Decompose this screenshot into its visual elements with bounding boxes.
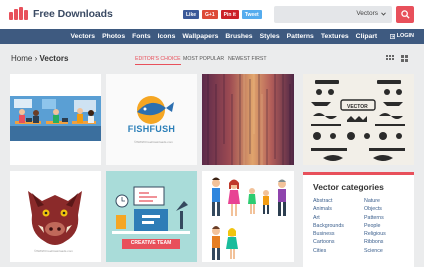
vector-card-boar[interactable]: ©WWW.FreeDownloads.com [10, 171, 101, 262]
office-illustration [10, 74, 101, 165]
logo-text: Free Downloads [33, 7, 113, 20]
breadcrumb: Home › Vectors [11, 54, 68, 63]
category-link[interactable]: Backgrounds [313, 223, 344, 229]
login-label: LOGIN [396, 33, 414, 39]
vector-card-ornaments[interactable]: VECTOR [303, 74, 414, 165]
chevron-down-icon [381, 11, 386, 16]
category-link[interactable]: Ribbons [364, 239, 386, 245]
facebook-like-label: Like [186, 11, 197, 18]
cartoon-people-image [202, 171, 294, 262]
pinterest-label: Pin it [223, 11, 236, 18]
vector-card-fishfush[interactable]: FISHFUSH ©WWW.FreeDownloads.com [106, 74, 197, 165]
large-grid-view-icon[interactable] [401, 55, 408, 62]
card-credit: ©WWW.FreeDownloads.com [134, 140, 173, 144]
category-link[interactable]: Business [313, 231, 344, 237]
search-category-value: Vectors [356, 10, 378, 17]
nav-icons[interactable]: Icons [154, 33, 179, 40]
pinterest-button[interactable]: Pin it [220, 10, 239, 19]
facebook-like-button[interactable]: Like [183, 10, 200, 19]
breadcrumb-home[interactable]: Home [11, 54, 32, 63]
vector-card-office[interactable] [10, 74, 101, 165]
tweet-button[interactable]: Tweet [241, 10, 262, 19]
breadcrumb-separator: › [34, 54, 38, 63]
creative-team-text: CREATIVE TEAM [130, 240, 172, 246]
category-link[interactable]: Science [364, 248, 386, 254]
ornament-elements-image: VECTOR [303, 74, 414, 165]
categories-column-1: Abstract Animals Art Backgrounds Busines… [313, 198, 344, 254]
vector-card-people[interactable] [202, 171, 294, 262]
vector-card-creative-team[interactable]: CREATIVE TEAM [106, 171, 197, 262]
category-link[interactable]: Animals [313, 206, 344, 212]
category-link[interactable]: Patterns [364, 215, 386, 221]
fish-logo-icon [106, 74, 197, 165]
nav-photos[interactable]: Photos [99, 33, 129, 40]
search-category-select[interactable]: Vectors [356, 10, 386, 17]
nav-vectors[interactable]: Vectors [67, 33, 99, 40]
login-icon [389, 33, 395, 39]
creative-team-image [106, 171, 197, 262]
category-link[interactable]: People [364, 223, 386, 229]
category-link[interactable]: Religious [364, 231, 386, 237]
ornament-title: VECTOR [347, 104, 368, 110]
google-plus-label: G+1 [205, 11, 215, 18]
categories-title: Vector categories [313, 182, 384, 192]
card-credit: ©WWW.FreeDownloads.com [34, 249, 73, 253]
nav-brushes[interactable]: Brushes [222, 33, 256, 40]
category-link[interactable]: Nature [364, 198, 386, 204]
nav-fonts[interactable]: Fonts [129, 33, 155, 40]
category-link[interactable]: Cartoons [313, 239, 344, 245]
breadcrumb-current: Vectors [39, 54, 69, 63]
login-button[interactable]: LOGIN [389, 33, 414, 39]
sort-newest-first[interactable]: NEWEST FIRST [228, 56, 267, 62]
grid-view-icon[interactable] [386, 55, 394, 60]
category-link[interactable]: Cities [313, 248, 344, 254]
category-link[interactable]: Art [313, 215, 344, 221]
nav-patterns[interactable]: Patterns [283, 33, 317, 40]
category-link[interactable]: Abstract [313, 198, 344, 204]
nav-wallpapers[interactable]: Wallpapers [179, 33, 222, 40]
nav-clipart[interactable]: Clipart [352, 33, 381, 40]
vector-card-abstract-texture[interactable] [202, 74, 294, 165]
category-link[interactable]: Objects [364, 206, 386, 212]
google-plus-button[interactable]: G+1 [202, 10, 218, 19]
fish-brand-text: FISHFUSH [127, 124, 176, 134]
sort-most-popular[interactable]: MOST POPULAR [183, 56, 224, 62]
nav-styles[interactable]: Styles [256, 33, 283, 40]
site-logo[interactable]: Free Downloads [9, 7, 113, 20]
search-input[interactable]: Vectors [274, 6, 392, 23]
vector-categories-panel: Vector categories Abstract Animals Art B… [303, 172, 414, 267]
abstract-texture-image [202, 74, 294, 165]
top-header: Free Downloads Like G+1 Pin it Tweet Vec… [0, 0, 424, 29]
nav-textures[interactable]: Textures [317, 33, 352, 40]
social-buttons: Like G+1 Pin it Tweet [183, 10, 262, 19]
tweet-label: Tweet [244, 11, 259, 18]
logo-bars-icon [9, 7, 28, 20]
main-nav: Vectors Photos Fonts Icons Wallpapers Br… [0, 29, 424, 44]
sort-editors-choice[interactable]: EDITOR'S CHOICE [135, 56, 181, 65]
categories-column-2: Nature Objects Patterns People Religious… [364, 198, 386, 254]
search-icon [400, 10, 410, 19]
search-button[interactable] [396, 6, 414, 23]
